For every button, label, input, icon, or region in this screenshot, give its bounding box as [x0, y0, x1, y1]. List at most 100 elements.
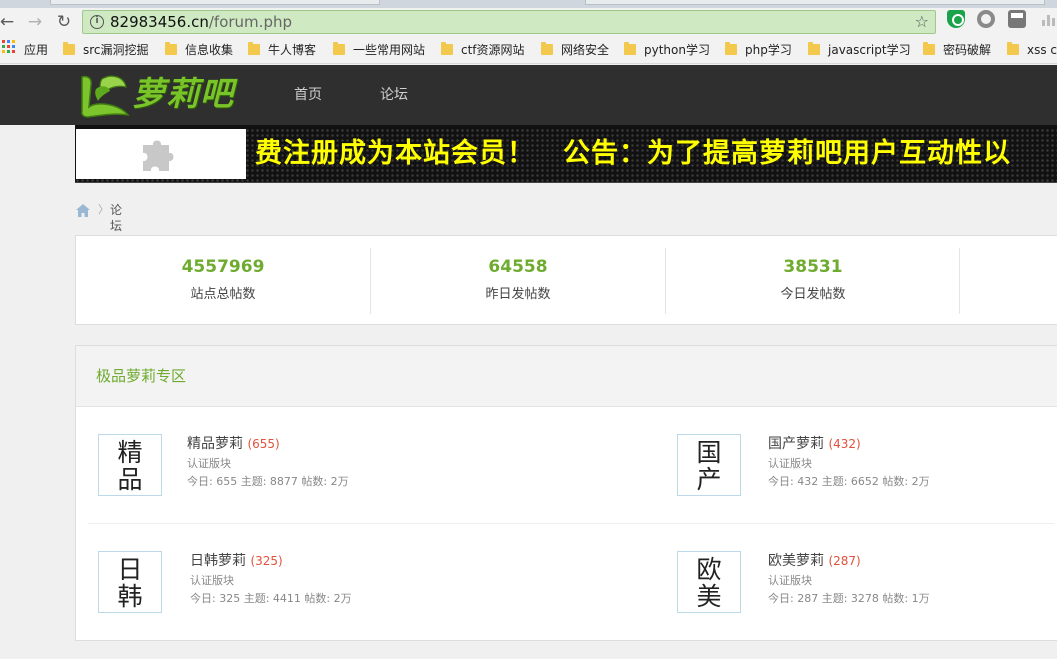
- bookmark-item[interactable]: xss ch: [1007, 42, 1057, 58]
- forum-new-count: (325): [250, 554, 283, 568]
- forum-icon-char: 欧: [696, 555, 722, 584]
- forum-subtitle: 认证版块: [187, 457, 231, 470]
- bookmark-label: php学习: [745, 43, 792, 57]
- url-path: /forum.php: [208, 13, 292, 31]
- forum-icon-char: 国: [696, 438, 722, 467]
- forum-name[interactable]: 日韩萝莉: [190, 553, 246, 569]
- bookmark-item[interactable]: python学习: [624, 42, 710, 58]
- forum-icon[interactable]: 国 产: [677, 434, 741, 496]
- nav-forum[interactable]: 论坛: [380, 85, 408, 105]
- address-url[interactable]: 82983456.cn/forum.php: [110, 14, 292, 31]
- address-bar[interactable]: i 82983456.cn/forum.php ☆: [82, 10, 936, 34]
- bookmark-label: 应用: [24, 43, 49, 57]
- banner-image-placeholder: [76, 129, 246, 179]
- forum-stats: 今日: 287 主题: 3278 帖数: 1万: [768, 592, 930, 605]
- section-title[interactable]: 极品萝莉专区: [96, 366, 186, 386]
- url-host: 82983456.cn: [110, 13, 209, 31]
- bookmark-label: python学习: [644, 43, 710, 57]
- forum-title[interactable]: 精品萝莉 (655): [187, 435, 280, 453]
- forum-stats: 今日: 432 主题: 6652 帖数: 2万: [768, 475, 930, 488]
- bookmark-item[interactable]: php学习: [725, 42, 792, 58]
- browser-toolbar: ← → ↻ i 82983456.cn/forum.php ☆: [0, 8, 1057, 36]
- folder-icon: [333, 42, 345, 55]
- forum-icon-char: 日: [117, 555, 143, 584]
- stat-yesterday-posts: 64558 昨日发帖数: [371, 236, 665, 324]
- breadcrumb-current[interactable]: 论坛: [110, 202, 122, 234]
- folder-icon: [441, 42, 453, 55]
- stat-divider: [959, 248, 960, 314]
- banner-marquee-text: 费注册成为本站会员！ 公告：为了提高萝莉吧用户互动性以: [255, 138, 1011, 169]
- home-icon[interactable]: [76, 204, 90, 217]
- bookmark-item[interactable]: 牛人博客: [248, 42, 316, 58]
- forum-name[interactable]: 国产萝莉: [768, 436, 824, 452]
- bookmark-item[interactable]: javascript学习: [808, 42, 911, 58]
- bookmark-item[interactable]: 信息收集: [165, 42, 233, 58]
- bookmark-item[interactable]: 密码破解: [923, 42, 991, 58]
- folder-icon: [923, 42, 935, 55]
- bookmark-item[interactable]: ctf资源网站: [441, 42, 525, 58]
- folder-icon: [63, 42, 75, 55]
- circle-extension-icon[interactable]: [977, 10, 995, 28]
- folder-icon: [1007, 42, 1019, 55]
- forum-name[interactable]: 精品萝莉: [187, 436, 243, 452]
- stat-label: 昨日发帖数: [485, 287, 551, 302]
- forum-category-section: 极品萝莉专区 精 品 精品萝莉 (655) 认证版块 今日: 655 主题: 8…: [75, 345, 1057, 641]
- forum-icon-char: 美: [696, 582, 722, 611]
- forum-icon-char: 品: [117, 465, 143, 494]
- bookmark-apps[interactable]: 应用: [24, 42, 48, 58]
- stat-label: 站点总帖数: [190, 287, 256, 302]
- forum-new-count: (655): [247, 437, 280, 451]
- bookmark-label: javascript学习: [828, 43, 911, 57]
- bookmark-star-icon[interactable]: ☆: [915, 12, 929, 31]
- forum-subtitle: 认证版块: [768, 457, 812, 470]
- stat-value: 38531: [783, 257, 843, 277]
- section-header: 极品萝莉专区: [76, 346, 1057, 407]
- forum-icon[interactable]: 欧 美: [677, 551, 741, 613]
- bookmark-label: 密码破解: [943, 43, 992, 57]
- site-info-icon[interactable]: i: [90, 15, 104, 29]
- stat-value: 64558: [488, 257, 548, 277]
- forum-title[interactable]: 国产萝莉 (432): [768, 435, 861, 453]
- forum-title[interactable]: 日韩萝莉 (325): [190, 552, 283, 570]
- bookmark-label: 信息收集: [185, 43, 234, 57]
- forum-icon-char: 精: [117, 438, 143, 467]
- browser-tabstrip: [0, 0, 1057, 8]
- bookmark-label: xss ch: [1027, 43, 1057, 57]
- announcement-banner: 费注册成为本站会员！ 公告：为了提高萝莉吧用户互动性以: [75, 125, 1057, 183]
- bookmark-item[interactable]: 一些常用网站: [333, 42, 425, 58]
- forum-title[interactable]: 欧美萝莉 (287): [768, 552, 861, 570]
- stat-value: 4557969: [181, 257, 265, 277]
- shield-extension-icon[interactable]: [947, 10, 965, 28]
- nav-home[interactable]: 首页: [294, 85, 322, 105]
- stat-today-posts: 38531 今日发帖数: [666, 236, 960, 324]
- bookmark-item[interactable]: 网络安全: [541, 42, 609, 58]
- forward-icon[interactable]: →: [24, 12, 46, 32]
- bookmark-label: 牛人博客: [268, 43, 317, 57]
- site-logo-text[interactable]: 萝莉吧: [132, 74, 234, 114]
- browser-tab[interactable]: [50, 0, 380, 5]
- forum-name[interactable]: 欧美萝莉: [768, 553, 824, 569]
- bookmarks-bar: 应用 src漏洞挖掘 信息收集 牛人博客 一些常用网站 ctf资源网站 网络安全…: [0, 36, 1057, 64]
- forum-icon[interactable]: 精 品: [98, 434, 162, 496]
- apps-grid-icon[interactable]: [2, 40, 16, 54]
- folder-icon: [165, 42, 177, 55]
- forum-subtitle: 认证版块: [190, 574, 234, 587]
- bookmark-label: 网络安全: [561, 43, 610, 57]
- back-icon[interactable]: ←: [0, 12, 18, 32]
- breadcrumb-separator-icon: 〉: [98, 203, 109, 216]
- forum-stats: 今日: 655 主题: 8877 帖数: 2万: [187, 475, 349, 488]
- browser-tab[interactable]: [585, 0, 1045, 5]
- bookmark-label: ctf资源网站: [461, 43, 525, 57]
- reload-icon[interactable]: ↻: [53, 12, 75, 32]
- chart-extension-icon[interactable]: [1040, 10, 1057, 28]
- forum-new-count: (432): [828, 437, 861, 451]
- folder-icon: [248, 42, 260, 55]
- folder-icon: [624, 42, 636, 55]
- forum-icon[interactable]: 日 韩: [98, 551, 162, 613]
- site-header: 萝莉吧 首页 论坛: [0, 65, 1057, 125]
- stat-total-posts: 4557969 站点总帖数: [76, 236, 370, 324]
- reader-extension-icon[interactable]: [1008, 10, 1026, 28]
- forum-stats: 今日: 325 主题: 4411 帖数: 2万: [190, 592, 352, 605]
- bookmark-item[interactable]: src漏洞挖掘: [63, 42, 149, 58]
- site-logo-icon[interactable]: [78, 73, 130, 119]
